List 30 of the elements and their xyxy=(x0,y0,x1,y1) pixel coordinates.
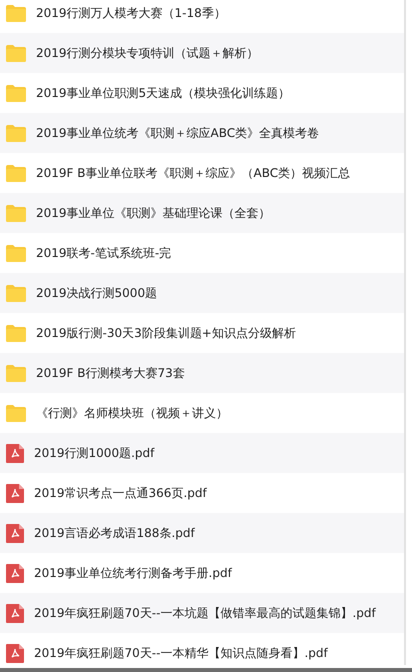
pdf-file-icon xyxy=(6,444,24,462)
pdf-file-icon xyxy=(6,484,24,502)
folder-icon xyxy=(6,364,26,382)
file-name[interactable]: 2019联考-笔试系统班-完 xyxy=(36,244,172,262)
folder-icon xyxy=(6,4,26,22)
file-name[interactable]: 2019年疯狂刷题70天--一本精华【知识点随身看】.pdf xyxy=(34,644,328,662)
folder-icon xyxy=(6,284,26,302)
folder-icon xyxy=(6,84,26,102)
folder-icon xyxy=(6,124,26,142)
pdf-file-icon xyxy=(6,644,24,662)
file-name[interactable]: 2019事业单位统考行测备考手册.pdf xyxy=(34,564,232,582)
folder-icon xyxy=(6,404,26,422)
file-name[interactable]: 2019行测万人模考大赛（1-18季） xyxy=(36,4,226,22)
folder-icon xyxy=(6,164,26,182)
file-name[interactable]: 2019事业单位职测5天速成（模块强化训练题） xyxy=(36,84,290,102)
file-name[interactable]: 2019F B事业单位联考《职测＋综应》（ABC类）视频汇总 xyxy=(36,164,350,182)
file-name[interactable]: 《行测》名师模块班（视频＋讲义） xyxy=(36,404,228,422)
folder-icon xyxy=(6,44,26,62)
file-name[interactable]: 2019行测1000题.pdf xyxy=(34,444,154,462)
file-name[interactable]: 2019决战行测5000题 xyxy=(36,284,158,302)
folder-icon xyxy=(6,204,26,222)
folder-icon xyxy=(6,244,26,262)
file-name[interactable]: 2019常识考点一点通366页.pdf xyxy=(34,484,207,502)
pdf-file-icon xyxy=(6,604,24,622)
pdf-file-icon xyxy=(6,524,24,542)
file-name[interactable]: 2019F B行测模考大赛73套 xyxy=(36,364,185,382)
file-name[interactable]: 2019言语必考成语188条.pdf xyxy=(34,524,195,542)
pdf-file-icon xyxy=(6,564,24,582)
file-name[interactable]: 2019版行测-30天3阶段集训题+知识点分级解析 xyxy=(36,324,296,342)
folder-icon xyxy=(6,324,26,342)
